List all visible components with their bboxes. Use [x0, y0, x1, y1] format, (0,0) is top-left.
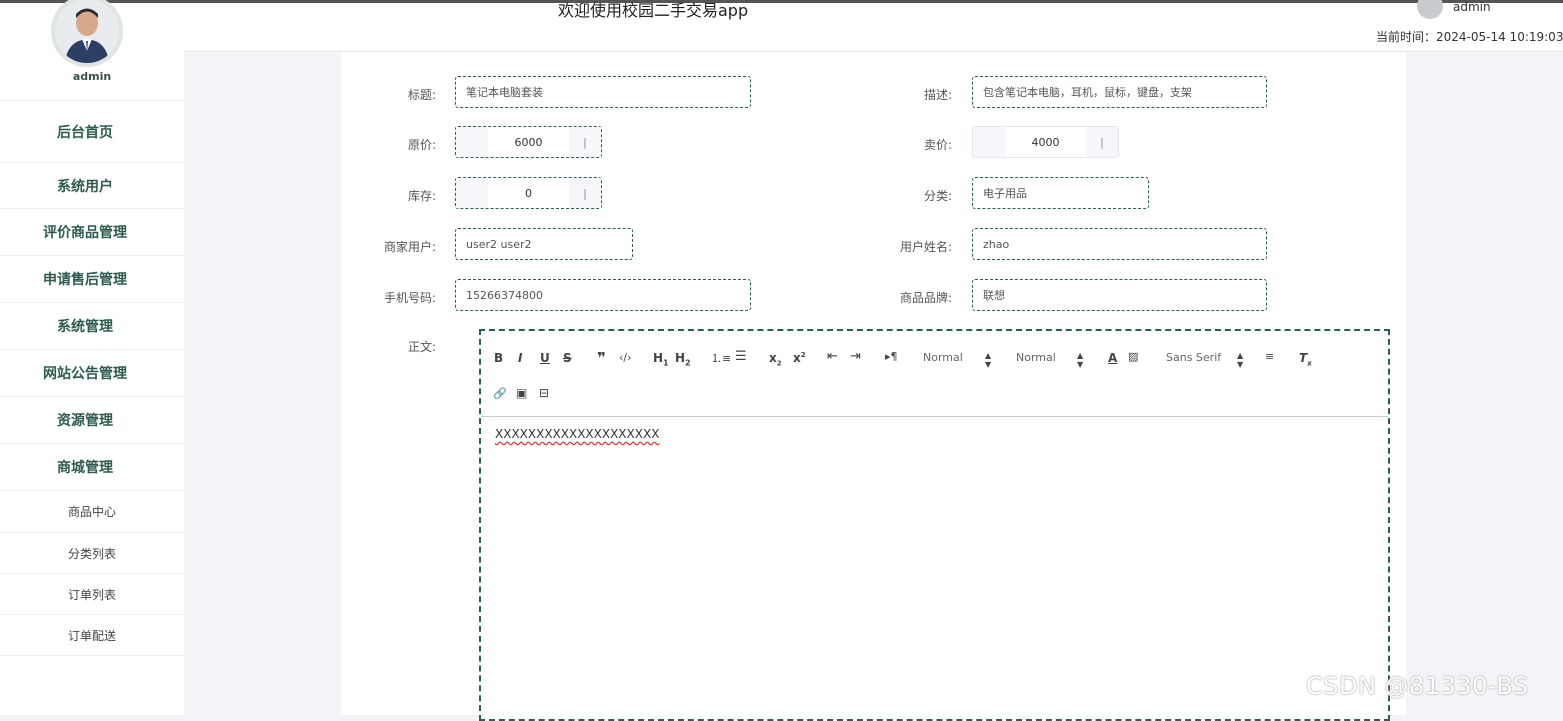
sidebar-item-review-goods[interactable]: 评价商品管理 [0, 208, 184, 255]
app-title: 欢迎使用校园二手交易app [558, 1, 749, 20]
sidebar-item-resources[interactable]: 资源管理 [0, 396, 184, 443]
size-select-value: Normal [1016, 351, 1056, 364]
align-icon[interactable]: ≡ [1265, 350, 1274, 363]
original-price-label: 原价: [407, 138, 436, 152]
sell-price-value[interactable]: 4000 [1005, 127, 1086, 157]
sidebar-avatar[interactable] [51, 0, 123, 67]
header-select-value: Normal [923, 351, 963, 364]
rich-text-editor[interactable]: B I U S ❞ ‹/› H1 H2 ⒈≡ ☰ x2 x2 ⇤ ⇥ ▸¶ No… [479, 329, 1390, 721]
italic-icon[interactable]: I [518, 351, 522, 365]
sidebar-subitem-order-list[interactable]: 订单列表 [0, 573, 184, 614]
description-label: 描述: [923, 88, 952, 102]
sidebar-menu: 后台首页 系统用户 评价商品管理 申请售后管理 系统管理 网站公告管理 资源管理… [0, 100, 184, 656]
title-input[interactable]: 笔记本电脑套装 [455, 76, 751, 108]
category-label: 分类: [923, 189, 952, 203]
header-username[interactable]: admin [1453, 0, 1491, 14]
category-select[interactable]: 电子用品 [972, 177, 1149, 209]
font-select[interactable]: Sans Serif [1166, 351, 1221, 364]
strike-icon[interactable]: S [563, 351, 572, 365]
background-icon[interactable]: ▨ [1128, 350, 1138, 363]
sidebar-item-mall[interactable]: 商城管理 [0, 443, 184, 490]
image-icon[interactable]: ▣ [516, 386, 527, 400]
stock-label: 库存: [407, 189, 436, 203]
body-label: 正文: [407, 340, 436, 354]
increase-button[interactable]: | [569, 178, 601, 208]
sidebar-subitem-goods-center[interactable]: 商品中心 [0, 490, 184, 532]
subscript-icon[interactable]: x2 [769, 351, 782, 367]
increase-button[interactable]: | [1086, 127, 1118, 157]
sidebar-username: admin [72, 70, 112, 83]
h2-icon[interactable]: H2 [675, 351, 691, 367]
h1-icon[interactable]: H1 [653, 351, 669, 367]
merchant-label: 商家用户: [383, 240, 436, 254]
top-header: 欢迎使用校园二手交易app admin 当前时间：2024-05-14 10:1… [184, 0, 1563, 52]
editor-content[interactable]: XXXXXXXXXXXXXXXXXXXX [495, 427, 659, 441]
rtl-icon[interactable]: ▸¶ [885, 350, 898, 363]
brand-input[interactable]: 联想 [972, 279, 1267, 311]
original-price-stepper[interactable]: 6000 | [455, 126, 602, 158]
title-label: 标题: [407, 88, 436, 102]
description-input[interactable]: 包含笔记本电脑，耳机，鼠标，键盘，支架 [972, 76, 1267, 108]
bold-icon[interactable]: B [494, 351, 503, 365]
outdent-icon[interactable]: ⇤ [827, 349, 838, 364]
avatar-image [55, 0, 119, 63]
sidebar-item-after-sales[interactable]: 申请售后管理 [0, 255, 184, 302]
original-price-value[interactable]: 6000 [488, 127, 569, 157]
bullet-list-icon[interactable]: ☰ [735, 349, 747, 364]
decrease-button[interactable] [973, 127, 1005, 157]
editor-toolbar: B I U S ❞ ‹/› H1 H2 ⒈≡ ☰ x2 x2 ⇤ ⇥ ▸¶ No… [481, 331, 1388, 417]
video-icon[interactable]: ⊟ [539, 386, 549, 400]
sidebar-item-system-manage[interactable]: 系统管理 [0, 302, 184, 349]
increase-button[interactable]: | [569, 127, 601, 157]
stock-stepper[interactable]: 0 | [455, 177, 602, 209]
sidebar-subitem-category-list[interactable]: 分类列表 [0, 532, 184, 573]
sidebar-subitem-order-delivery[interactable]: 订单配送 [0, 614, 184, 656]
watermark: CSDN @81330-BS [1306, 672, 1529, 700]
blockquote-icon[interactable]: ❞ [597, 349, 606, 367]
merchant-select[interactable]: user2 user2 [455, 228, 633, 260]
ordered-list-icon[interactable]: ⒈≡ [711, 350, 731, 366]
indent-icon[interactable]: ⇥ [850, 349, 861, 364]
brand-label: 商品品牌: [899, 291, 952, 305]
superscript-icon[interactable]: x2 [793, 351, 806, 365]
size-select[interactable]: Normal [1016, 351, 1056, 364]
header-select[interactable]: Normal [923, 351, 963, 364]
font-select-value: Sans Serif [1166, 351, 1222, 364]
font-select-arrow-icon[interactable]: ▲ ▼ [1237, 351, 1243, 369]
clean-icon[interactable]: Tx [1299, 351, 1312, 367]
current-time: 当前时间：2024-05-14 10:19:03 [1376, 30, 1563, 44]
sidebar: admin 后台首页 系统用户 评价商品管理 申请售后管理 系统管理 网站公告管… [0, 0, 184, 715]
phone-label: 手机号码: [383, 291, 436, 305]
color-icon[interactable]: A [1108, 351, 1117, 365]
underline-icon[interactable]: U [540, 351, 550, 365]
sell-price-stepper[interactable]: 4000 | [972, 126, 1119, 158]
stock-value[interactable]: 0 [488, 178, 569, 208]
phone-input[interactable]: 15266374800 [455, 279, 751, 311]
header-select-arrow-icon[interactable]: ▲ ▼ [985, 351, 991, 369]
sidebar-item-home[interactable]: 后台首页 [0, 100, 184, 162]
size-select-arrow-icon[interactable]: ▲ ▼ [1077, 351, 1083, 369]
link-icon[interactable]: 🔗 [493, 387, 507, 400]
decrease-button[interactable] [456, 178, 488, 208]
decrease-button[interactable] [456, 127, 488, 157]
header-avatar-icon[interactable] [1417, 0, 1443, 19]
sidebar-item-system-users[interactable]: 系统用户 [0, 162, 184, 208]
code-icon[interactable]: ‹/› [619, 351, 632, 364]
sidebar-item-announcements[interactable]: 网站公告管理 [0, 349, 184, 396]
sell-price-label: 卖价: [923, 138, 952, 152]
username-label: 用户姓名: [899, 240, 952, 254]
username-input[interactable]: zhao [972, 228, 1267, 260]
